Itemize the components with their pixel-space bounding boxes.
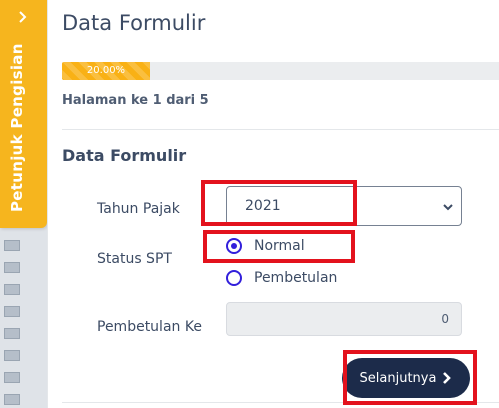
building-window [4, 394, 20, 405]
progress-fill: 20.00% [62, 62, 150, 80]
pembetulan-ke-input: 0 [226, 302, 462, 336]
progress-bar: 20.00% [62, 62, 499, 80]
highlight-box-next-button [343, 350, 477, 405]
building-window [4, 350, 20, 361]
chevron-down-icon [441, 199, 455, 213]
building-window [4, 240, 20, 251]
building-window [4, 262, 20, 273]
building-window [4, 328, 20, 339]
petunjuk-pengisian-label: Petunjuk Pengisian [8, 43, 26, 212]
building-window [4, 306, 20, 317]
divider [62, 129, 499, 130]
tahun-pajak-label: Tahun Pajak [97, 201, 180, 217]
highlight-box-normal [203, 230, 355, 263]
building-window [4, 372, 20, 383]
pembetulan-ke-value: 0 [441, 312, 449, 326]
page-title: Data Formulir [62, 11, 206, 35]
radio-pembetulan[interactable] [226, 270, 242, 286]
radio-pembetulan-option[interactable]: Pembetulan [226, 270, 337, 286]
highlight-box-tahun-pajak [201, 180, 357, 226]
petunjuk-pengisian-tab[interactable]: Petunjuk Pengisian [0, 0, 47, 228]
section-title: Data Formulir [62, 146, 187, 165]
chevron-right-icon[interactable] [12, 8, 34, 26]
building-window [4, 284, 20, 295]
page-indicator: Halaman ke 1 dari 5 [62, 93, 209, 108]
status-spt-label: Status SPT [97, 251, 172, 267]
pembetulan-ke-label: Pembetulan Ke [97, 319, 202, 335]
radio-pembetulan-label: Pembetulan [254, 270, 338, 286]
